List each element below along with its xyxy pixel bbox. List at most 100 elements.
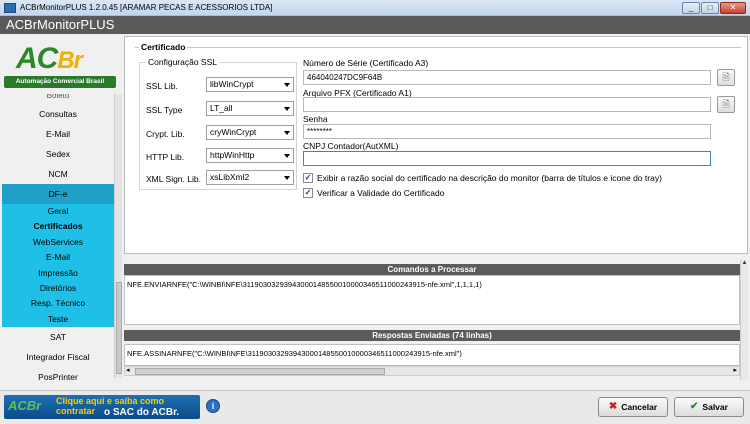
- dfe-submenu: Geral Certificados WebServices E-Mail Im…: [2, 204, 114, 328]
- cancel-label: Cancelar: [621, 402, 658, 412]
- scroll-left-icon[interactable]: ◂: [126, 366, 130, 374]
- sidebar-item-boleto[interactable]: Boleto: [2, 94, 114, 104]
- ssl-lib-select[interactable]: libWinCrypt: [206, 77, 294, 92]
- sidebar-menu: Boleto Consultas E-Mail Sedex NCM DF-e G…: [2, 94, 114, 387]
- logo-tagline: Automação Comercial Brasil: [4, 76, 116, 88]
- browse-pfx-button[interactable]: 🗎: [717, 96, 735, 113]
- crypt-lib-value: cryWinCrypt: [210, 127, 257, 137]
- serial-number-label: Número de Série (Certificado A3): [303, 58, 429, 68]
- show-company-name-option[interactable]: ✓ Exibir a razão social do certificado n…: [303, 173, 662, 183]
- document-icon: 🗎: [722, 99, 730, 109]
- save-label: Salvar: [702, 402, 728, 412]
- submenu-item-impressao[interactable]: Impressão: [2, 265, 114, 281]
- banner-line2: o SAC do ACBr.: [104, 407, 180, 418]
- certificate-panel: Certificado Configuração SSL SSL Lib. li…: [124, 36, 748, 254]
- responses-header: Respostas Enviadas (74 linhas): [124, 330, 740, 341]
- sidebar-item-ncm[interactable]: NCM: [2, 164, 114, 184]
- sidebar-item-posprinter[interactable]: PosPrinter: [2, 367, 114, 387]
- serial-number-input[interactable]: 464040247DC9F64B: [303, 70, 711, 85]
- chevron-down-icon: [284, 154, 290, 158]
- logo-br: Br: [57, 47, 83, 74]
- submenu-item-resp-tecnico[interactable]: Resp. Técnico: [2, 296, 114, 312]
- http-lib-select[interactable]: httpWinHttp: [206, 148, 294, 163]
- info-icon[interactable]: i: [206, 399, 220, 413]
- save-button[interactable]: ✔ Salvar: [674, 397, 744, 417]
- verify-validity-label: Verificar a Validade do Certificado: [317, 188, 445, 198]
- document-icon: 🗎: [722, 72, 730, 82]
- http-lib-label: HTTP Lib.: [146, 152, 185, 162]
- banner-logo: ACBr: [8, 398, 42, 413]
- sidebar-item-consultas[interactable]: Consultas: [2, 104, 114, 124]
- ssl-lib-value: libWinCrypt: [210, 79, 254, 89]
- chevron-down-icon: [284, 107, 290, 111]
- cancel-icon: ✖: [608, 401, 618, 412]
- responses-vertical-scrollbar[interactable]: ▲: [740, 260, 748, 380]
- scroll-up-icon[interactable]: ▲: [741, 260, 748, 266]
- verify-validity-option[interactable]: ✓ Verificar a Validade do Certificado: [303, 188, 444, 198]
- sidebar-scrollbar[interactable]: [114, 94, 122, 378]
- xml-sign-lib-value: xsLibXml2: [210, 172, 250, 182]
- ssl-config-group: Configuração SSL SSL Lib. libWinCrypt SS…: [139, 57, 297, 190]
- http-lib-value: httpWinHttp: [210, 150, 255, 160]
- show-company-name-label: Exibir a razão social do certificado na …: [317, 173, 662, 183]
- footer-bar: ACBr Clique aqui e saiba como contratar …: [0, 390, 750, 424]
- sidebar-item-sedex[interactable]: Sedex: [2, 144, 114, 164]
- chevron-down-icon: [284, 83, 290, 87]
- crypt-lib-label: Crypt. Lib.: [146, 129, 185, 139]
- show-company-name-checkbox[interactable]: ✓: [303, 173, 313, 183]
- submenu-item-geral[interactable]: Geral: [2, 204, 114, 220]
- logo-ac: AC: [16, 42, 58, 75]
- window-titlebar: ACBrMonitorPLUS 1.2.0.45 [ARAMAR PECAS E…: [0, 0, 750, 16]
- sidebar: ACBr Automação Comercial Brasil Boleto C…: [2, 36, 122, 382]
- maximize-button[interactable]: □: [701, 2, 719, 14]
- password-label: Senha: [303, 114, 328, 124]
- sidebar-item-email[interactable]: E-Mail: [2, 124, 114, 144]
- cancel-button[interactable]: ✖ Cancelar: [598, 397, 668, 417]
- certificate-group-title: Certificado: [139, 42, 188, 52]
- acbr-logo: ACBr Automação Comercial Brasil: [4, 36, 116, 92]
- submenu-item-diretorios[interactable]: Diretórios: [2, 280, 114, 297]
- submenu-item-webservices[interactable]: WebServices: [2, 234, 114, 251]
- submenu-item-teste[interactable]: Teste: [2, 311, 114, 328]
- scroll-right-icon[interactable]: ▸: [733, 366, 737, 374]
- commands-header: Comandos a Processar: [124, 264, 740, 275]
- submenu-item-certificados[interactable]: Certificados: [2, 219, 114, 235]
- sidebar-item-dfe[interactable]: DF-e: [2, 184, 114, 204]
- xml-sign-lib-select[interactable]: xsLibXml2: [206, 170, 294, 185]
- chevron-down-icon: [284, 131, 290, 135]
- close-button[interactable]: ✕: [720, 2, 746, 14]
- panel-splitter[interactable]: [124, 255, 748, 259]
- app-title: ACBrMonitorPLUS: [6, 17, 115, 32]
- commands-log[interactable]: NFE.ENVIARNFE("C:\WINBI\NFE\311903032939…: [124, 275, 740, 325]
- password-input[interactable]: ********: [303, 124, 711, 139]
- xml-sign-lib-label: XML Sign. Lib.: [146, 174, 201, 184]
- window-controls: _ □ ✕: [681, 2, 746, 14]
- ssl-type-label: SSL Type: [146, 105, 183, 115]
- ssl-config-title: Configuração SSL: [146, 57, 219, 67]
- responses-horizontal-scrollbar[interactable]: ◂ ▸: [124, 366, 740, 376]
- responses-line: NFE.ASSINARNFE("C:\WINBI\NFE\31190303293…: [127, 349, 462, 358]
- sidebar-item-sat[interactable]: SAT: [2, 327, 114, 347]
- crypt-lib-select[interactable]: cryWinCrypt: [206, 125, 294, 140]
- logo-text: ACBr: [16, 42, 83, 76]
- submenu-item-email[interactable]: E-Mail: [2, 250, 114, 266]
- ssl-lib-label: SSL Lib.: [146, 81, 178, 91]
- sidebar-scroll-thumb[interactable]: [116, 282, 122, 374]
- checkmark-icon: ✔: [690, 401, 699, 412]
- cnpj-accountant-label: CNPJ Contador(AutXML): [303, 141, 399, 151]
- responses-log[interactable]: NFE.ASSINARNFE("C:\WINBI\NFE\31190303293…: [124, 344, 740, 366]
- pfx-file-input[interactable]: [303, 97, 711, 112]
- certificate-group: Certificado Configuração SSL SSL Lib. li…: [135, 42, 741, 251]
- commands-line: NFE.ENVIARNFE("C:\WINBI\NFE\311903032939…: [127, 280, 482, 289]
- verify-validity-checkbox[interactable]: ✓: [303, 188, 313, 198]
- ssl-type-value: LT_all: [210, 103, 233, 113]
- sidebar-item-integrador-fiscal[interactable]: Integrador Fiscal: [2, 347, 114, 367]
- window-title: ACBrMonitorPLUS 1.2.0.45 [ARAMAR PECAS E…: [20, 3, 273, 12]
- app-header: ACBrMonitorPLUS: [0, 16, 750, 34]
- ssl-type-select[interactable]: LT_all: [206, 101, 294, 116]
- sac-banner[interactable]: ACBr Clique aqui e saiba como contratar …: [4, 395, 200, 419]
- minimize-button[interactable]: _: [682, 2, 700, 14]
- select-certificate-button[interactable]: 🗎: [717, 69, 735, 86]
- cnpj-accountant-input[interactable]: [303, 151, 711, 166]
- horizontal-scroll-thumb[interactable]: [135, 368, 385, 375]
